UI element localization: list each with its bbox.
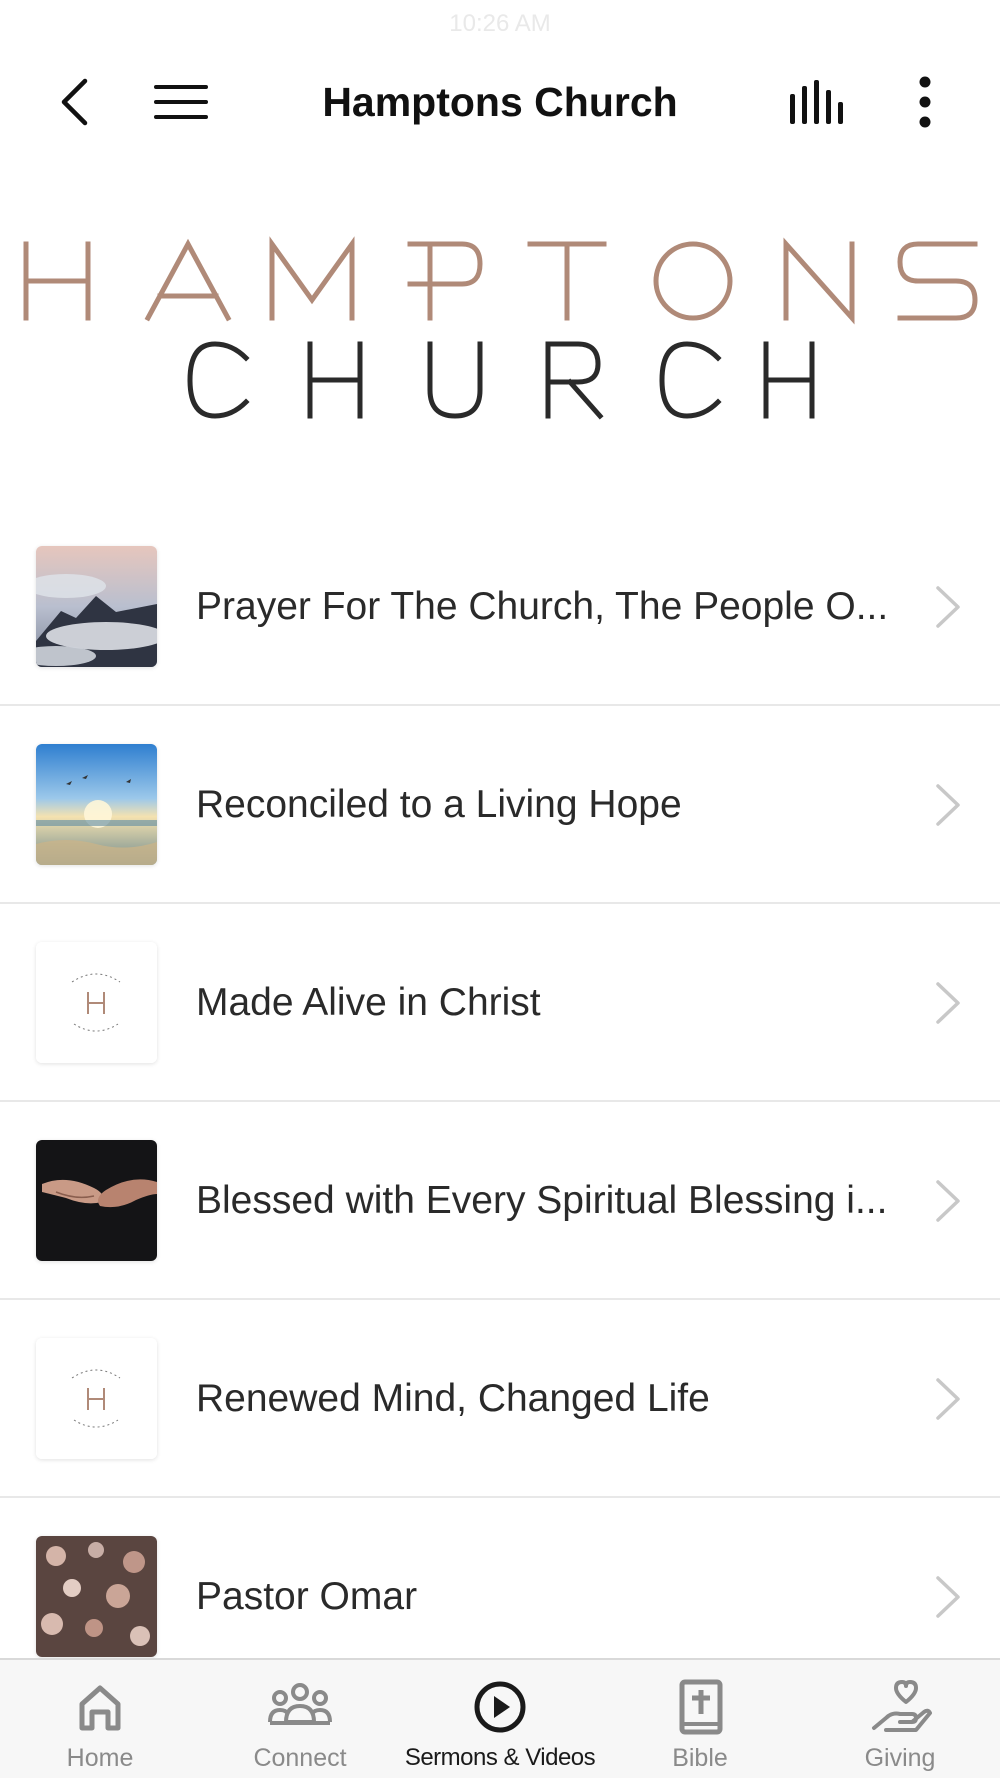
back-button[interactable] [44,60,104,144]
sermon-title: Made Alive in Christ [196,981,541,1024]
top-navigation-bar: Hamptons Church [0,60,1000,144]
sermon-title: Blessed with Every Spiritual Blessing i.… [196,1179,888,1222]
chevron-right-icon [936,1378,960,1420]
tab-connect[interactable]: Connect [200,1660,400,1778]
bible-icon [679,1679,723,1735]
sermon-thumbnail [36,744,157,865]
tab-label: Connect [253,1744,347,1772]
sermon-thumbnail [36,1536,157,1657]
hamburger-icon [154,85,208,119]
tab-label: Home [66,1744,134,1772]
audio-button[interactable] [782,60,852,144]
tab-label: Bible [672,1744,728,1772]
sermon-title: Reconciled to a Living Hope [196,783,682,826]
play-circle-icon [474,1681,526,1733]
status-bar-time: 10:26 AM [449,10,551,37]
sermon-thumbnail [36,942,157,1063]
tab-home[interactable]: Home [0,1660,200,1778]
tab-label: Giving [864,1744,936,1772]
tab-label: Sermons & Videos [404,1744,596,1771]
chevron-right-icon [936,1180,960,1222]
home-icon [79,1685,121,1731]
people-icon [268,1683,332,1725]
church-logo [0,230,1000,430]
chevron-right-icon [936,1576,960,1618]
sermon-thumbnail [36,1140,157,1261]
page-title: Hamptons Church [322,79,678,125]
vertical-dots-icon [919,76,931,128]
sermon-thumbnail [36,1338,157,1459]
chevron-right-icon [936,784,960,826]
list-item[interactable]: Reconciled to a Living Hope [0,706,1000,904]
chevron-right-icon [936,982,960,1024]
giving-hand-icon [872,1680,932,1732]
sermon-thumbnail [36,546,157,667]
audio-bars-icon [790,80,843,124]
list-item[interactable]: Blessed with Every Spiritual Blessing i.… [0,1102,1000,1300]
list-item[interactable]: Made Alive in Christ [0,904,1000,1102]
tab-bible[interactable]: Bible [600,1660,800,1778]
tab-giving[interactable]: Giving [800,1660,1000,1778]
list-item[interactable]: Renewed Mind, Changed Life [0,1300,1000,1498]
tab-sermons-videos[interactable]: Sermons & Videos [400,1660,600,1778]
chevron-right-icon [936,586,960,628]
bottom-tab-bar: Home Connect Sermons & Videos Bible Givi… [0,1658,1000,1778]
sermon-list: Prayer For The Church, The People O... R… [0,508,1000,1696]
menu-button[interactable] [146,60,216,144]
sermon-title: Prayer For The Church, The People O... [196,585,889,628]
list-item[interactable]: Prayer For The Church, The People O... [0,508,1000,706]
more-options-button[interactable] [895,60,955,144]
chevron-left-icon [61,78,88,126]
sermon-title: Renewed Mind, Changed Life [196,1377,710,1420]
